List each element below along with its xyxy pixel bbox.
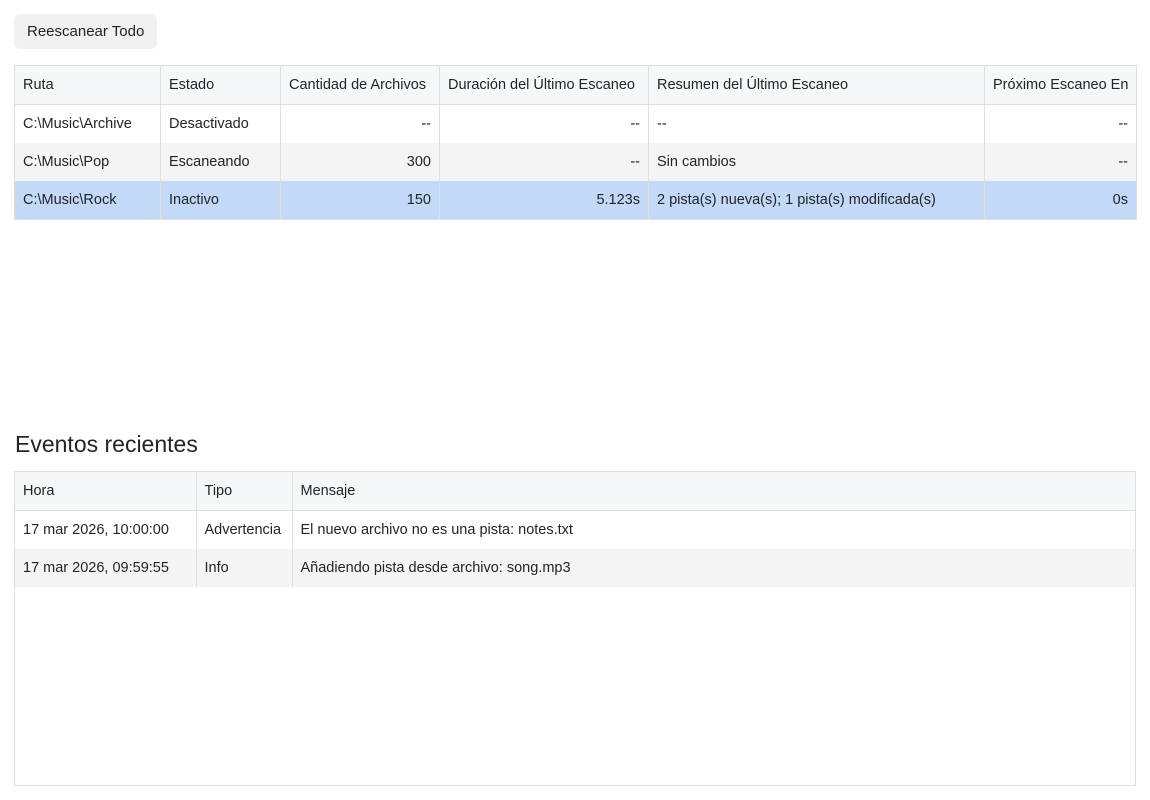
event-row[interactable]: 17 mar 2026, 10:00:00 Advertencia El nue… bbox=[15, 510, 1135, 549]
folder-file-count: 300 bbox=[280, 143, 440, 181]
event-time: 17 mar 2026, 10:00:00 bbox=[15, 510, 197, 549]
rescan-all-button[interactable]: Reescanear Todo bbox=[14, 14, 158, 49]
column-header-status[interactable]: Estado bbox=[160, 65, 281, 105]
column-header-type[interactable]: Tipo bbox=[196, 472, 293, 511]
folder-path: C:\Music\Rock bbox=[14, 181, 161, 220]
folder-file-count: -- bbox=[280, 104, 440, 143]
folder-status: Inactivo bbox=[160, 181, 281, 220]
folder-row-selected[interactable]: C:\Music\Rock Inactivo 150 5.123s 2 pist… bbox=[14, 181, 1137, 220]
folder-next-scan-in: -- bbox=[984, 143, 1137, 181]
folder-path: C:\Music\Pop bbox=[14, 143, 161, 181]
folder-row[interactable]: C:\Music\Archive Desactivado -- -- -- -- bbox=[14, 104, 1137, 143]
folders-table: Ruta Estado Cantidad de Archivos Duració… bbox=[14, 65, 1137, 220]
folder-next-scan-in: 0s bbox=[984, 181, 1137, 220]
event-time: 17 mar 2026, 09:59:55 bbox=[15, 549, 197, 587]
column-header-next-scan-in[interactable]: Próximo Escaneo En bbox=[984, 65, 1137, 105]
folder-last-scan-duration: 5.123s bbox=[439, 181, 649, 220]
folder-status: Escaneando bbox=[160, 143, 281, 181]
folder-last-scan-duration: -- bbox=[439, 104, 649, 143]
folder-next-scan-in: -- bbox=[984, 104, 1137, 143]
recent-events-panel[interactable]: Hora Tipo Mensaje 17 mar 2026, 10:00:00 … bbox=[14, 471, 1136, 786]
folder-last-scan-summary: -- bbox=[648, 104, 985, 143]
event-message: Añadiendo pista desde archivo: song.mp3 bbox=[292, 549, 1135, 587]
recent-events-heading: Eventos recientes bbox=[15, 431, 198, 457]
column-header-path[interactable]: Ruta bbox=[14, 65, 161, 105]
folders-header-row: Ruta Estado Cantidad de Archivos Duració… bbox=[14, 65, 1137, 105]
events-header-row: Hora Tipo Mensaje bbox=[15, 472, 1135, 511]
folder-path: C:\Music\Archive bbox=[14, 104, 161, 143]
column-header-last-scan-summary[interactable]: Resumen del Último Escaneo bbox=[648, 65, 985, 105]
folder-last-scan-duration: -- bbox=[439, 143, 649, 181]
folder-last-scan-summary: 2 pista(s) nueva(s); 1 pista(s) modifica… bbox=[648, 181, 985, 220]
event-type: Info bbox=[196, 549, 293, 587]
event-message: El nuevo archivo no es una pista: notes.… bbox=[300, 522, 573, 538]
column-header-message[interactable]: Mensaje bbox=[292, 472, 1135, 511]
column-header-last-scan-duration[interactable]: Duración del Último Escaneo bbox=[439, 65, 649, 105]
events-table: Hora Tipo Mensaje 17 mar 2026, 10:00:00 … bbox=[15, 472, 1135, 587]
folder-status: Desactivado bbox=[160, 104, 281, 143]
folder-file-count: 150 bbox=[280, 181, 440, 220]
folder-last-scan-summary: Sin cambios bbox=[648, 143, 985, 181]
column-header-file-count[interactable]: Cantidad de Archivos bbox=[280, 65, 440, 105]
folder-row[interactable]: C:\Music\Pop Escaneando 300 -- Sin cambi… bbox=[14, 143, 1137, 181]
event-type: Advertencia bbox=[196, 510, 293, 549]
column-header-time[interactable]: Hora bbox=[15, 472, 197, 511]
event-row[interactable]: 17 mar 2026, 09:59:55 Info Añadiendo pis… bbox=[15, 549, 1135, 587]
